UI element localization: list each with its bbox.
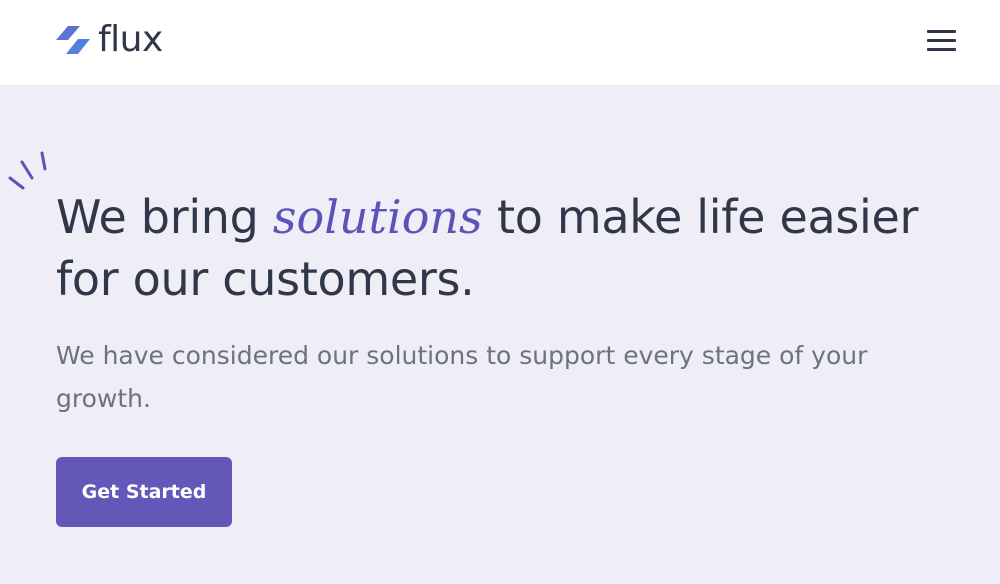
- hero-subtext: We have considered our solutions to supp…: [56, 341, 868, 413]
- hero-headline: We bring solutions to make life easier f…: [56, 186, 986, 310]
- get-started-button[interactable]: Get Started: [56, 457, 232, 527]
- headline-text-before: We bring: [56, 190, 273, 244]
- sparkle-lines-icon: [8, 151, 47, 190]
- hamburger-menu-icon-bar-middle: [927, 39, 956, 42]
- brand-logo-link[interactable]: flux: [56, 20, 163, 60]
- flux-bolt-logo-icon: [56, 26, 90, 54]
- brand-name: flux: [98, 19, 163, 60]
- headline-accent-word: solutions: [272, 190, 483, 244]
- site-header: flux: [0, 0, 1000, 86]
- hamburger-menu-button[interactable]: [922, 26, 960, 56]
- hamburger-menu-icon-bar-bottom: [927, 48, 956, 51]
- hamburger-menu-icon-bar-top: [927, 30, 956, 33]
